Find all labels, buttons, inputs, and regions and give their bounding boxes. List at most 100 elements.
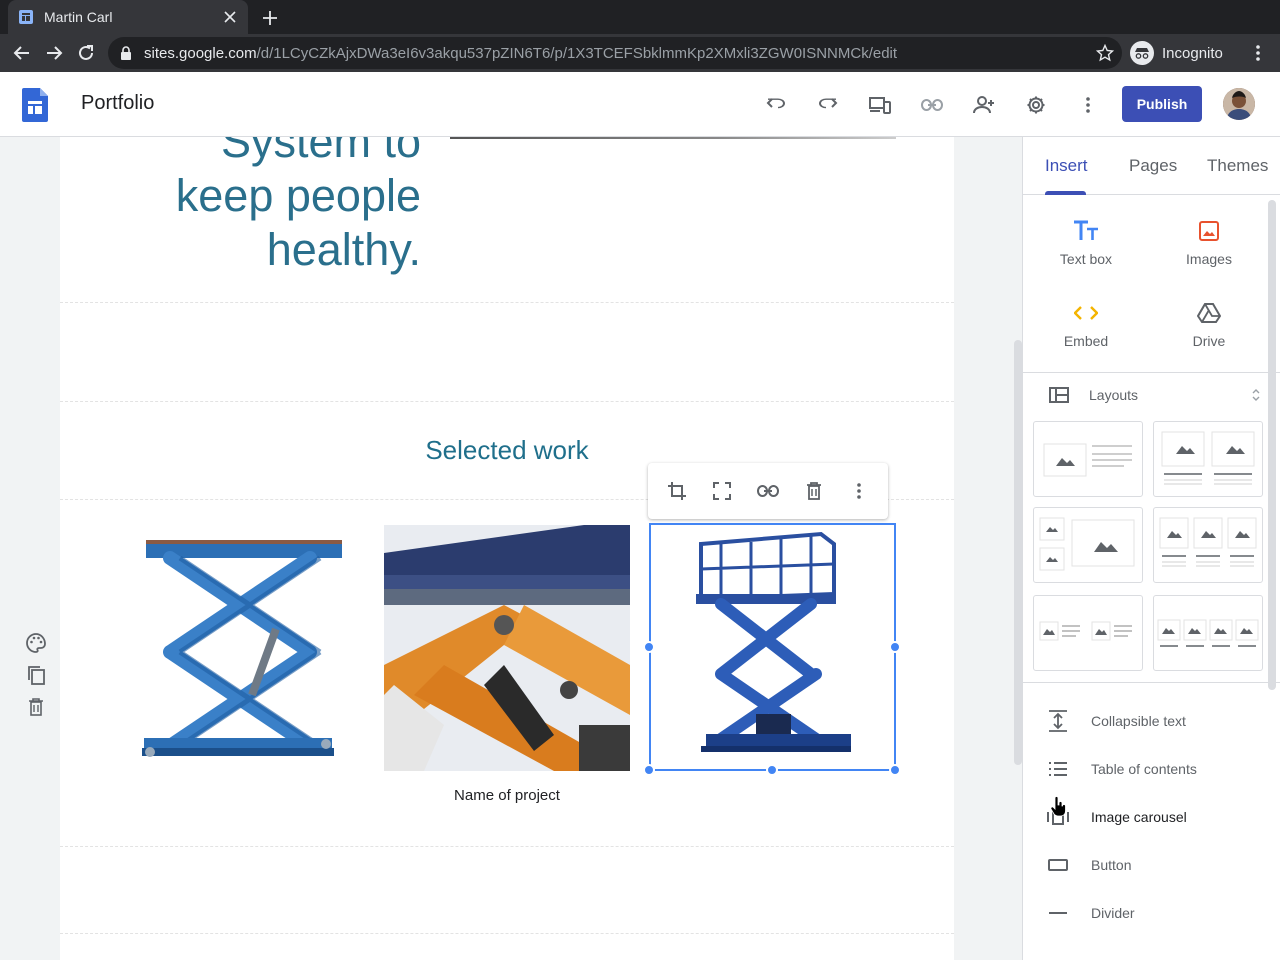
drive-icon bbox=[1195, 299, 1223, 327]
text-box-icon bbox=[1072, 217, 1100, 245]
layouts-icon bbox=[1049, 387, 1069, 403]
section-divider bbox=[60, 846, 954, 847]
image-caption[interactable]: Name of project bbox=[384, 787, 630, 804]
insert-divider[interactable]: Divider bbox=[1045, 895, 1280, 931]
panel-divider bbox=[1023, 682, 1280, 683]
more-options-icon[interactable] bbox=[1073, 90, 1103, 120]
hero-line: healthy. bbox=[266, 224, 421, 275]
url-path: /d/1LCyCZkAjxDWa3eI6v3akqu537pZIN6T6/p/1… bbox=[256, 44, 898, 62]
gallery-image-scissor-lift-orange[interactable] bbox=[384, 525, 630, 771]
preview-devices-icon[interactable] bbox=[865, 90, 895, 120]
duplicate-section-icon[interactable] bbox=[24, 663, 48, 687]
component-label: Button bbox=[1091, 857, 1132, 873]
component-label: Collapsible text bbox=[1091, 713, 1186, 729]
lock-icon bbox=[120, 45, 134, 61]
section-divider bbox=[60, 933, 954, 934]
share-add-person-icon[interactable] bbox=[969, 90, 999, 120]
tab-insert[interactable]: Insert bbox=[1045, 156, 1088, 176]
undo-icon[interactable] bbox=[761, 90, 791, 120]
component-label: Table of contents bbox=[1091, 761, 1197, 777]
reload-icon[interactable] bbox=[72, 39, 100, 67]
collapsible-text-icon bbox=[1045, 709, 1071, 733]
image-selection-box bbox=[649, 523, 896, 771]
resize-handle-bottom[interactable] bbox=[766, 764, 778, 776]
google-sites-logo-icon[interactable] bbox=[22, 88, 48, 122]
more-vert-icon[interactable] bbox=[843, 475, 875, 507]
link-icon[interactable] bbox=[752, 475, 784, 507]
layout-option-1[interactable] bbox=[1033, 421, 1143, 497]
url-text: sites.google.com/d/1LCyCZkAjxDWa3eI6v3ak… bbox=[144, 45, 1084, 62]
incognito-indicator[interactable]: Incognito bbox=[1130, 39, 1223, 67]
publish-button[interactable]: Publish bbox=[1122, 86, 1202, 122]
delete-section-icon[interactable] bbox=[24, 695, 48, 719]
resize-handle-bottom-right[interactable] bbox=[889, 764, 901, 776]
layout-option-5[interactable] bbox=[1033, 595, 1143, 671]
account-avatar[interactable] bbox=[1223, 88, 1255, 120]
insert-link-icon[interactable] bbox=[917, 90, 947, 120]
hero-text[interactable]: System to keep people healthy. bbox=[176, 137, 421, 277]
panel-divider bbox=[1023, 372, 1280, 373]
insert-drive[interactable]: Drive bbox=[1154, 299, 1264, 369]
insert-label: Drive bbox=[1192, 333, 1226, 349]
insert-button[interactable]: Button bbox=[1045, 847, 1280, 883]
hero-line: System to bbox=[220, 137, 421, 167]
button-icon bbox=[1045, 853, 1071, 877]
hand-cursor-icon bbox=[1050, 796, 1066, 816]
resize-handle-right[interactable] bbox=[889, 641, 901, 653]
hero-image[interactable] bbox=[450, 137, 896, 139]
collapse-chevron-icon[interactable] bbox=[1251, 389, 1261, 401]
layout-option-6[interactable] bbox=[1153, 595, 1263, 671]
insert-embed[interactable]: Embed bbox=[1031, 299, 1141, 369]
table-of-contents-icon bbox=[1045, 757, 1071, 781]
resize-handle-bottom-left[interactable] bbox=[643, 764, 655, 776]
fullscreen-icon[interactable] bbox=[706, 475, 738, 507]
tab-themes[interactable]: Themes bbox=[1207, 156, 1268, 176]
component-label: Divider bbox=[1091, 905, 1135, 921]
section-color-palette-icon[interactable] bbox=[24, 631, 48, 655]
browser-tabstrip: Martin Carl bbox=[0, 0, 1280, 34]
panel-scrollbar[interactable] bbox=[1268, 200, 1276, 690]
new-tab-button[interactable] bbox=[258, 6, 282, 30]
tab-pages[interactable]: Pages bbox=[1129, 156, 1177, 176]
resize-handle-left[interactable] bbox=[643, 641, 655, 653]
close-tab-icon[interactable] bbox=[222, 9, 238, 25]
gallery-image-scissor-lift-blue[interactable] bbox=[140, 532, 350, 772]
image-toolbar bbox=[648, 463, 888, 519]
insert-table-of-contents[interactable]: Table of contents bbox=[1045, 751, 1280, 787]
embed-icon bbox=[1072, 299, 1100, 327]
section-divider bbox=[60, 302, 954, 303]
image-icon bbox=[1195, 217, 1223, 245]
layout-option-3[interactable] bbox=[1033, 507, 1143, 583]
forward-arrow-icon[interactable] bbox=[40, 39, 68, 67]
insert-image-carousel[interactable]: Image carousel bbox=[1045, 799, 1280, 835]
address-bar[interactable]: sites.google.com/d/1LCyCZkAjxDWa3eI6v3ak… bbox=[108, 37, 1122, 69]
insert-collapsible-text[interactable]: Collapsible text bbox=[1045, 703, 1280, 739]
settings-gear-icon[interactable] bbox=[1021, 90, 1051, 120]
url-host: sites.google.com bbox=[144, 44, 257, 62]
insert-label: Images bbox=[1186, 251, 1232, 267]
insert-panel: Insert Pages Themes Text box Images Embe… bbox=[1022, 137, 1280, 960]
section-title[interactable]: Selected work bbox=[60, 435, 954, 466]
section-divider bbox=[60, 401, 954, 402]
crop-icon[interactable] bbox=[661, 475, 693, 507]
layouts-label: Layouts bbox=[1089, 387, 1139, 403]
canvas-scrollbar[interactable] bbox=[1014, 340, 1022, 765]
insert-text-box[interactable]: Text box bbox=[1031, 217, 1141, 287]
layouts-header[interactable]: Layouts bbox=[1023, 377, 1280, 413]
back-arrow-icon[interactable] bbox=[8, 39, 36, 67]
browser-tab[interactable]: Martin Carl bbox=[8, 0, 248, 34]
layout-option-2[interactable] bbox=[1153, 421, 1263, 497]
panel-tabs: Insert Pages Themes bbox=[1023, 137, 1280, 195]
component-label: Image carousel bbox=[1091, 809, 1187, 825]
trash-icon[interactable] bbox=[798, 475, 830, 507]
layout-option-4[interactable] bbox=[1153, 507, 1263, 583]
site-title[interactable]: Portfolio bbox=[81, 92, 154, 115]
chrome-menu-icon[interactable] bbox=[1244, 39, 1272, 67]
divider-icon bbox=[1045, 901, 1071, 925]
bookmark-star-icon[interactable] bbox=[1096, 44, 1114, 62]
insert-images[interactable]: Images bbox=[1154, 217, 1264, 287]
incognito-label: Incognito bbox=[1162, 44, 1223, 62]
insert-label: Embed bbox=[1063, 333, 1109, 349]
insert-label: Text box bbox=[1059, 251, 1113, 267]
redo-icon[interactable] bbox=[813, 90, 843, 120]
